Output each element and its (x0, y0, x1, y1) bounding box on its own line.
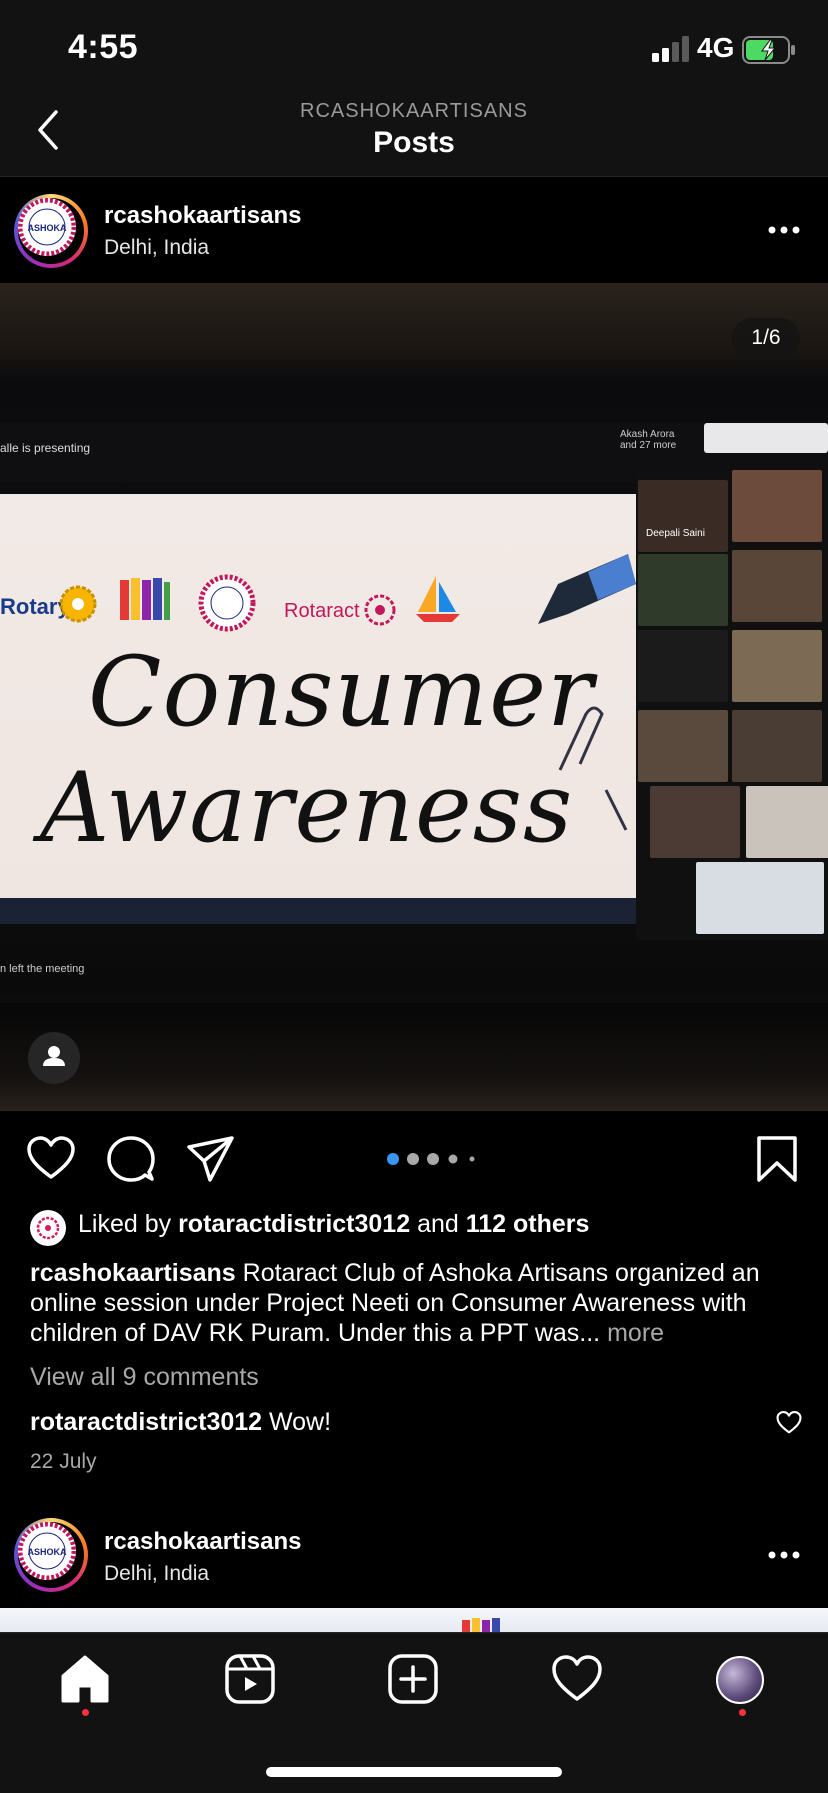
cellular-signal-icon (652, 36, 689, 62)
post-username[interactable]: rcashokaartisans (104, 202, 301, 230)
windows-taskbar (0, 898, 636, 924)
caption-more-link[interactable]: more (600, 1319, 664, 1347)
nav-account-name: RCASHOKAARTISANS (300, 100, 528, 122)
page-title: Posts (373, 126, 455, 159)
post-avatar[interactable]: ASHOKA (14, 194, 88, 268)
marker-decoration-icon (538, 554, 636, 624)
save-bookmark-icon[interactable] (752, 1134, 802, 1184)
post-caption: rcashokaartisans Rotaract Club of Ashoka… (30, 1258, 800, 1348)
post-date: 22 July (30, 1450, 97, 1473)
activity-heart-icon[interactable] (550, 1652, 604, 1706)
likes-others[interactable]: 112 others (466, 1210, 590, 1238)
next-post-avatar[interactable]: ASHOKA (14, 1518, 88, 1592)
reels-icon[interactable] (223, 1652, 277, 1706)
status-time: 4:55 (68, 28, 139, 66)
post-location[interactable]: Delhi, India (104, 236, 209, 260)
rotaract-logo-text: Rotaract (284, 600, 360, 622)
neeti-books-icon (120, 578, 170, 620)
comment-bubble-icon[interactable] (106, 1134, 156, 1184)
likes-summary[interactable]: Liked by rotaractdistrict3012 and 112 ot… (78, 1210, 589, 1239)
person-icon (43, 1046, 65, 1066)
ashoka-logo-icon (198, 574, 256, 632)
likes-user[interactable]: rotaractdistrict3012 (178, 1210, 410, 1238)
comment-text: Wow! (262, 1408, 332, 1436)
view-all-comments-link[interactable]: View all 9 comments (30, 1363, 259, 1392)
club-logo-icon: ASHOKA (18, 198, 76, 256)
presenting-label: alle is presenting (0, 441, 91, 455)
liker-avatar[interactable] (30, 1210, 66, 1246)
carousel-dots (387, 1153, 475, 1165)
presentation-slide: Rotary Rotaract Consumer Awareness (0, 496, 636, 920)
home-indicator[interactable] (266, 1767, 562, 1777)
comment-row: rotaractdistrict3012 Wow! (30, 1408, 331, 1437)
rotaract-wheel-icon (364, 594, 396, 626)
more-options-icon[interactable] (768, 1551, 800, 1559)
next-post-logos-icon (462, 1618, 500, 1632)
comment-username[interactable]: rotaractdistrict3012 (30, 1408, 262, 1436)
svg-text:ASHOKA: ASHOKA (27, 1547, 67, 1557)
rotaract-logo-icon (36, 1216, 60, 1240)
rotary-wheel-icon (59, 585, 97, 623)
carousel-counter: 1/6 (732, 318, 800, 358)
tagged-people-button[interactable] (28, 1032, 80, 1084)
speaker-name-label: Deepali Saini (646, 528, 705, 539)
new-post-icon[interactable] (386, 1652, 440, 1706)
slide-title-line1: Consumer (88, 636, 594, 748)
profile-avatar[interactable] (716, 1656, 764, 1704)
profile-notification-dot (739, 1709, 746, 1716)
participants-label: Akash Arora and 27 more (620, 429, 677, 451)
slide-title-line2: Awareness (40, 752, 574, 864)
more-options-icon[interactable] (768, 226, 800, 234)
home-notification-dot (82, 1709, 89, 1716)
left-meeting-label: n left the meeting (0, 963, 85, 975)
battery-charging-icon (742, 36, 795, 64)
svg-text:ASHOKA: ASHOKA (27, 223, 67, 233)
home-icon[interactable] (58, 1652, 112, 1706)
sailboat-icon (416, 576, 460, 622)
network-type: 4G (697, 32, 735, 63)
likes-prefix: Liked by (78, 1210, 179, 1238)
share-send-icon[interactable] (186, 1134, 236, 1184)
caption-username[interactable]: rcashokaartisans (30, 1259, 236, 1287)
like-heart-icon[interactable] (26, 1134, 76, 1184)
comment-like-heart-icon[interactable] (776, 1410, 802, 1436)
club-logo-icon: ASHOKA (18, 1522, 76, 1580)
next-post-location[interactable]: Delhi, India (104, 1562, 209, 1586)
next-post-username[interactable]: rcashokaartisans (104, 1528, 301, 1556)
next-post-photo[interactable] (0, 1608, 828, 1632)
likes-and: and (410, 1210, 466, 1238)
participant-video-grid: Deepali Saini (636, 470, 828, 940)
paperclip-icon (558, 706, 628, 831)
